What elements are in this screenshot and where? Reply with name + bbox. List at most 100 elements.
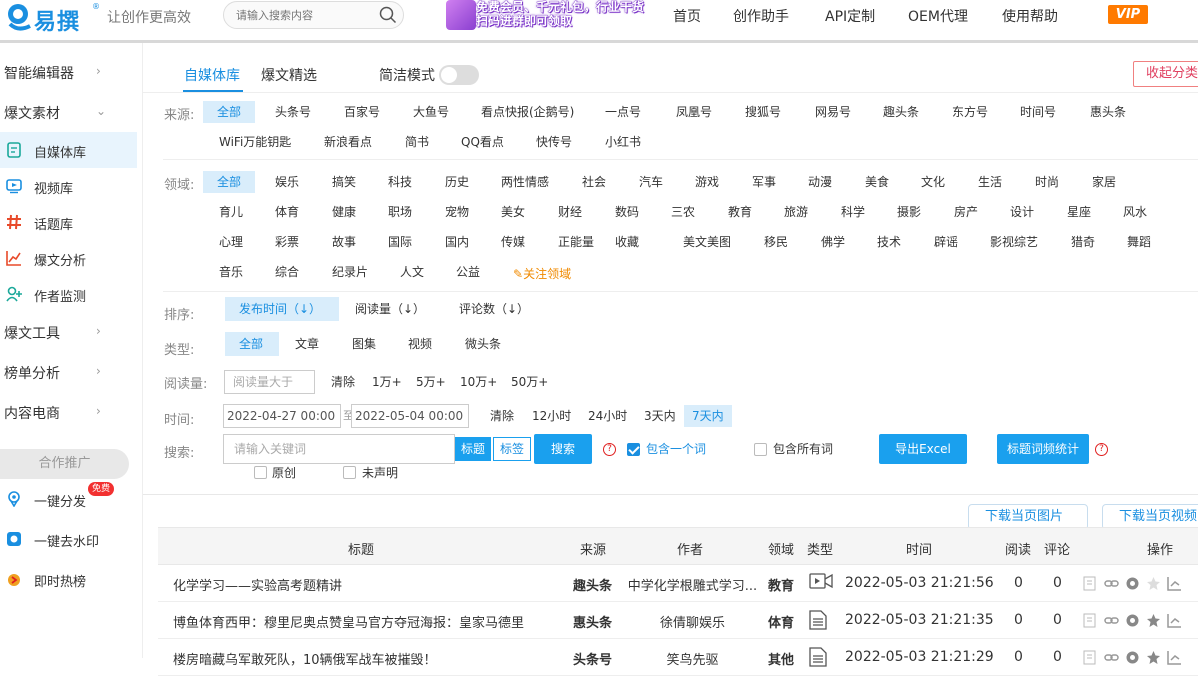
- type-video[interactable]: 视频: [408, 333, 432, 355]
- domain-option[interactable]: 娱乐: [275, 171, 299, 193]
- domain-option[interactable]: 生活: [978, 171, 1002, 193]
- time-24h[interactable]: 24小时: [588, 405, 627, 427]
- export-excel-button[interactable]: 导出Excel: [879, 434, 967, 464]
- domain-option[interactable]: 音乐: [219, 261, 243, 283]
- sort-publish-time[interactable]: 发布时间（↓）: [225, 297, 339, 321]
- sidebar-item-tools[interactable]: 爆文工具 ›: [0, 315, 143, 351]
- contains-all-checkbox[interactable]: [754, 443, 767, 456]
- source-option[interactable]: 惠头条: [1090, 101, 1126, 123]
- table-row[interactable]: 化学学习——实验高考题精讲 趣头条 中学化学根雕式学习... 教育 2022-05-03…: [158, 565, 1198, 602]
- domain-option[interactable]: 设计: [1010, 201, 1034, 223]
- collapse-categories-button[interactable]: 收起分类: [1133, 61, 1198, 87]
- domain-option[interactable]: 纪录片: [332, 261, 368, 283]
- source-option[interactable]: 凤凰号: [676, 101, 712, 123]
- source-option[interactable]: 头条号: [275, 101, 311, 123]
- sidebar-item-article-analysis[interactable]: 爆文分析: [0, 240, 137, 276]
- source-option[interactable]: 快传号: [536, 131, 572, 153]
- nav-home[interactable]: 首页: [673, 6, 701, 26]
- sidebar-item-smart-editor[interactable]: 智能编辑器 ›: [0, 55, 143, 91]
- domain-option[interactable]: 财经: [558, 201, 582, 223]
- reads-50k[interactable]: 5万+: [416, 371, 446, 393]
- domain-option[interactable]: 影视综艺: [990, 231, 1038, 253]
- domain-option[interactable]: 综合: [275, 261, 299, 283]
- domain-option[interactable]: 宠物: [445, 201, 469, 223]
- sidebar-item-rankings[interactable]: 榜单分析 ›: [0, 355, 143, 391]
- undeclared-checkbox[interactable]: [343, 466, 356, 479]
- sidebar-item-media-library[interactable]: 自媒体库: [0, 132, 137, 168]
- domain-option[interactable]: 移民: [764, 231, 788, 253]
- domain-option[interactable]: 历史: [445, 171, 469, 193]
- keyword-input[interactable]: 请输入关键词: [223, 434, 455, 464]
- search-icon[interactable]: [379, 6, 397, 24]
- domain-option[interactable]: 数码: [615, 201, 639, 223]
- domain-option[interactable]: 摄影: [897, 201, 921, 223]
- domain-option[interactable]: 科学: [841, 201, 865, 223]
- sidebar-item-topic-library[interactable]: 话题库: [0, 204, 137, 240]
- sidebar-item-materials[interactable]: 爆文素材 ⌄: [0, 95, 143, 131]
- settings-icon[interactable]: [1125, 613, 1140, 628]
- domain-option[interactable]: 健康: [332, 201, 356, 223]
- logo[interactable]: 易撰 ®: [4, 2, 100, 35]
- type-gallery[interactable]: 图集: [352, 333, 376, 355]
- nav-oem[interactable]: OEM代理: [908, 6, 968, 26]
- domain-option[interactable]: 旅游: [784, 201, 808, 223]
- title-frequency-button[interactable]: 标题词频统计: [997, 434, 1089, 464]
- sidebar-item-ecommerce[interactable]: 内容电商 ›: [0, 395, 143, 431]
- row-title[interactable]: 楼房暗藏乌军敢死队，10辆俄军战车被摧毁！: [173, 649, 563, 668]
- row-author[interactable]: 笑鸟先驱: [625, 649, 760, 668]
- source-option[interactable]: 网易号: [815, 101, 851, 123]
- domain-option[interactable]: 家居: [1092, 171, 1116, 193]
- domain-option[interactable]: 收藏: [615, 231, 639, 253]
- help-icon[interactable]: ?: [603, 443, 616, 456]
- domain-option[interactable]: 社会: [582, 171, 606, 193]
- domain-option[interactable]: 心理: [219, 231, 243, 253]
- row-title[interactable]: 化学学习——实验高考题精讲: [173, 575, 563, 594]
- original-checkbox[interactable]: [254, 466, 267, 479]
- domain-option[interactable]: 三农: [671, 201, 695, 223]
- domain-option[interactable]: 美食: [865, 171, 889, 193]
- global-search[interactable]: [223, 1, 404, 29]
- domain-option[interactable]: 公益: [456, 261, 480, 283]
- simple-mode-toggle[interactable]: [439, 65, 479, 85]
- reads-500k[interactable]: 50万+: [511, 371, 548, 393]
- reads-10k[interactable]: 1万+: [372, 371, 402, 393]
- source-option[interactable]: 趣头条: [883, 101, 919, 123]
- tab-media-library[interactable]: 自媒体库: [184, 65, 240, 85]
- star-icon[interactable]: [1146, 613, 1161, 628]
- search-mode-tag[interactable]: 标签: [493, 437, 531, 461]
- nav-help[interactable]: 使用帮助: [1002, 6, 1058, 26]
- type-all[interactable]: 全部: [225, 332, 279, 356]
- source-option[interactable]: WiFi万能钥匙: [219, 131, 291, 153]
- contains-one-checkbox[interactable]: [627, 443, 640, 456]
- domain-option[interactable]: 美文美图: [683, 231, 731, 253]
- time-from-input[interactable]: 2022-04-27 00:00: [223, 404, 341, 428]
- domain-option[interactable]: 正能量: [558, 231, 594, 253]
- domain-option[interactable]: 技术: [877, 231, 901, 253]
- domain-option[interactable]: 佛学: [821, 231, 845, 253]
- star-icon[interactable]: [1146, 576, 1161, 591]
- time-7d[interactable]: 7天内: [684, 405, 732, 427]
- link-icon[interactable]: [1104, 576, 1119, 591]
- source-option[interactable]: 搜狐号: [745, 101, 781, 123]
- row-author[interactable]: 徐倩聊娱乐: [625, 612, 760, 631]
- domain-option[interactable]: 国内: [445, 231, 469, 253]
- sidebar-item-video-library[interactable]: 视频库: [0, 168, 137, 204]
- source-option[interactable]: 新浪看点: [324, 131, 372, 153]
- domain-option[interactable]: 教育: [728, 201, 752, 223]
- time-12h[interactable]: 12小时: [532, 405, 571, 427]
- domain-option[interactable]: 育儿: [219, 201, 243, 223]
- chart-action-icon[interactable]: [1167, 613, 1182, 628]
- domain-option[interactable]: 彩票: [275, 231, 299, 253]
- promo-banner[interactable]: 免费会员、千元礼包，行业干货 扫码进群即可领取: [446, 0, 702, 32]
- domain-option[interactable]: 舞蹈: [1127, 231, 1151, 253]
- reads-100k[interactable]: 10万+: [460, 371, 497, 393]
- source-option[interactable]: QQ看点: [461, 131, 504, 153]
- domain-option[interactable]: 房产: [954, 201, 978, 223]
- domain-option[interactable]: 美女: [501, 201, 525, 223]
- time-3d[interactable]: 3天内: [644, 405, 676, 427]
- type-article[interactable]: 文章: [295, 333, 319, 355]
- follow-domain-link[interactable]: ✎关注领域: [513, 263, 571, 285]
- domain-option[interactable]: 文化: [921, 171, 945, 193]
- global-search-input[interactable]: [236, 7, 376, 25]
- sidebar-item-distribute[interactable]: 一键分发: [0, 481, 137, 517]
